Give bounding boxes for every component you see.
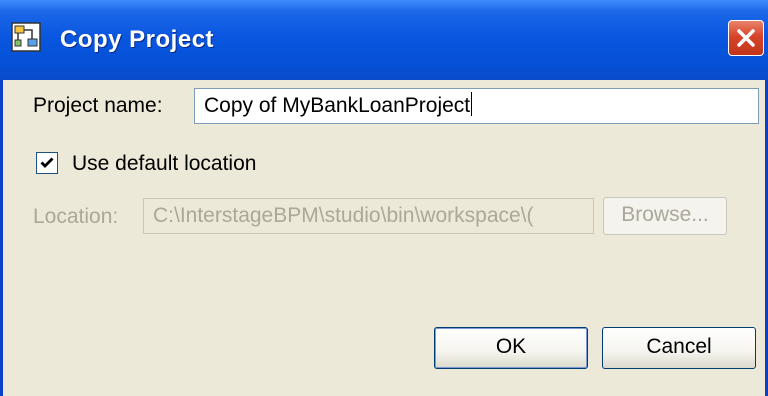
cancel-button[interactable]: Cancel xyxy=(602,327,756,369)
copy-project-dialog: Copy Project Project name: Copy of MyBan… xyxy=(0,0,768,396)
project-name-label: Project name: xyxy=(33,94,163,117)
ok-button[interactable]: OK xyxy=(434,327,588,369)
use-default-location-checkbox[interactable] xyxy=(36,152,58,174)
project-icon xyxy=(11,22,41,52)
text-caret xyxy=(471,92,473,116)
location-value: C:\InterstageBPM\studio\bin\workspace\( xyxy=(153,204,534,227)
location-input[interactable]: C:\InterstageBPM\studio\bin\workspace\( xyxy=(143,198,594,234)
close-button[interactable] xyxy=(728,20,764,56)
location-label: Location: xyxy=(33,205,119,228)
title-bar[interactable]: Copy Project xyxy=(0,0,768,80)
close-icon xyxy=(737,29,755,47)
project-name-input[interactable]: Copy of MyBankLoanProject xyxy=(194,88,759,124)
use-default-location-label[interactable]: Use default location xyxy=(72,152,256,176)
window-title: Copy Project xyxy=(60,26,215,53)
checkmark-icon xyxy=(40,157,54,168)
browse-button[interactable]: Browse... xyxy=(603,197,727,235)
project-name-value: Copy of MyBankLoanProject xyxy=(204,94,471,117)
